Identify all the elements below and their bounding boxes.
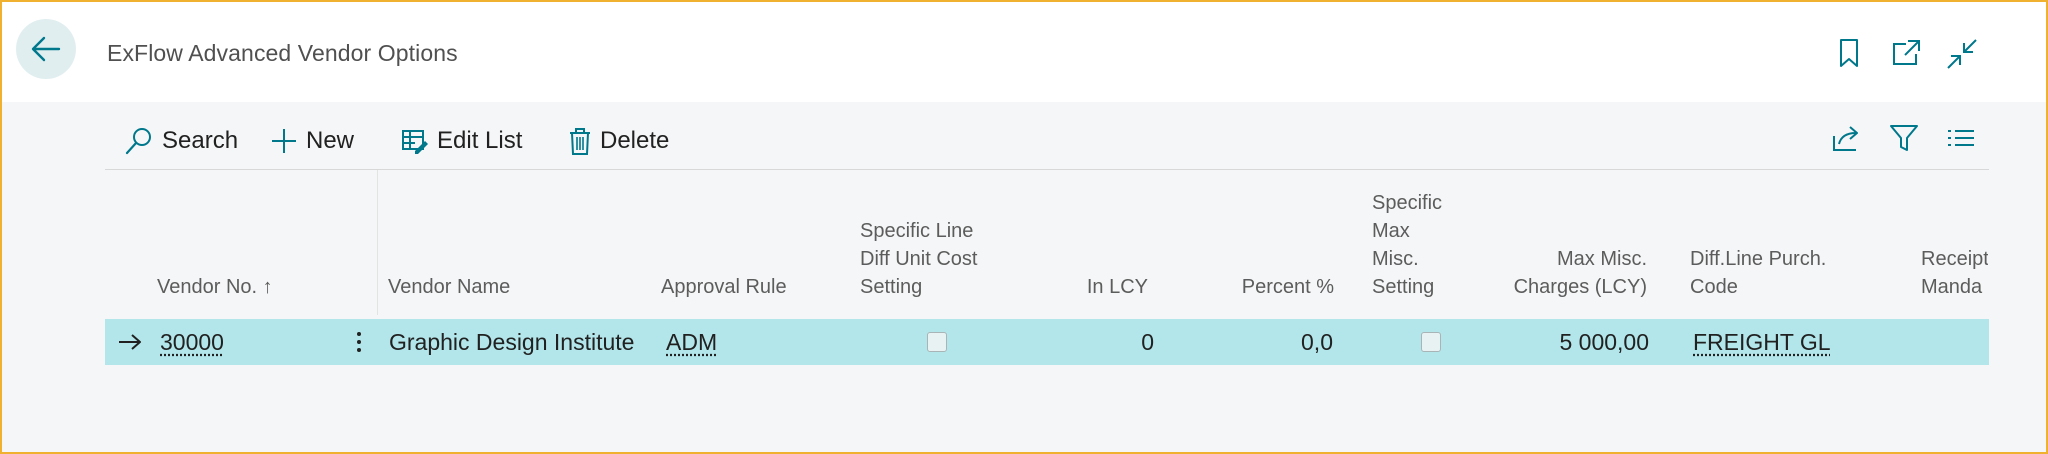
filter-icon[interactable] [1889, 122, 1919, 154]
approval-rule-cell[interactable]: ADM [666, 319, 717, 365]
column-freeze-divider [377, 170, 378, 315]
arrow-right-icon [119, 334, 141, 350]
edit-list-icon [402, 130, 428, 154]
search-label: Search [162, 127, 239, 154]
plus-icon [272, 129, 296, 153]
col-header-specific-max-misc[interactable]: Specific Max Misc. Setting [1372, 189, 1442, 301]
row-actions-menu[interactable] [349, 319, 369, 365]
col-header-line: Charges (LCY) [1513, 276, 1647, 298]
col-header-max-misc-charges[interactable]: Max Misc. Charges (LCY) [1472, 245, 1647, 301]
col-header-line: Code [1690, 276, 1738, 298]
col-header-line: Specific Line [860, 220, 974, 242]
col-header-line: Setting [860, 276, 923, 298]
open-in-new-window-icon[interactable] [1890, 37, 1922, 69]
edit-list-button[interactable]: Edit List [401, 124, 522, 158]
vendor-no-cell[interactable]: 30000 [160, 319, 224, 365]
col-header-line: Manda [1921, 276, 1983, 298]
col-header-vendor-name[interactable]: Vendor Name [388, 273, 510, 301]
col-header-line: Diff Unit Cost [860, 248, 978, 270]
page-title: ExFlow Advanced Vendor Options [107, 40, 458, 66]
search-icon [125, 128, 151, 155]
col-header-receipt-mandatory[interactable]: Receipt Manda [1921, 245, 1988, 301]
trash-icon [570, 128, 590, 155]
delete-label: Delete [600, 127, 670, 154]
search-button[interactable]: Search [124, 124, 238, 158]
col-header-line: Misc. [1372, 248, 1419, 270]
table-row[interactable]: 30000 Graphic Design Institute ADM 0 0,0… [105, 319, 1989, 365]
col-header-line: Max [1372, 220, 1410, 242]
arrow-left-icon [31, 36, 61, 62]
col-header-line: Specific [1372, 192, 1443, 214]
specific-max-misc-checkbox[interactable] [1421, 332, 1441, 352]
col-header-specific-line-diff[interactable]: Specific Line Diff Unit Cost Setting [860, 217, 977, 301]
new-label: New [306, 127, 355, 154]
list-page-body: Search New Edit List Delete Vendor No. ↑… [2, 102, 2046, 452]
edit-list-label: Edit List [437, 127, 523, 154]
col-header-percent[interactable]: Percent % [1182, 273, 1334, 301]
list-view-icon[interactable] [1946, 122, 1976, 154]
col-header-line: Receipt [1921, 248, 1988, 270]
col-header-line: Max Misc. [1557, 248, 1647, 270]
toolbar-divider [105, 169, 1989, 170]
max-misc-charges-cell[interactable]: 5 000,00 [1495, 319, 1649, 365]
bookmark-icon[interactable] [1837, 37, 1861, 69]
in-lcy-cell[interactable]: 0 [1055, 319, 1154, 365]
specific-line-diff-checkbox[interactable] [927, 332, 947, 352]
col-header-diff-line-code[interactable]: Diff.Line Purch. Code [1690, 245, 1826, 301]
col-header-line: Diff.Line Purch. [1690, 248, 1827, 270]
col-header-in-lcy[interactable]: In LCY [1002, 273, 1148, 301]
col-header-approval-rule[interactable]: Approval Rule [661, 273, 787, 301]
back-button[interactable] [16, 19, 76, 79]
col-header-vendor-no[interactable]: Vendor No. ↑ [157, 273, 273, 301]
share-icon[interactable] [1830, 122, 1862, 154]
vendor-name-cell[interactable]: Graphic Design Institute [389, 319, 634, 365]
col-header-line: Setting [1372, 276, 1435, 298]
collapse-icon[interactable] [1945, 37, 1979, 71]
delete-button[interactable]: Delete [568, 124, 669, 158]
percent-cell[interactable]: 0,0 [1205, 319, 1333, 365]
diff-line-code-cell[interactable]: FREIGHT GL [1693, 319, 1831, 365]
new-button[interactable]: New [270, 124, 354, 158]
page-header: ExFlow Advanced Vendor Options [2, 2, 2046, 102]
